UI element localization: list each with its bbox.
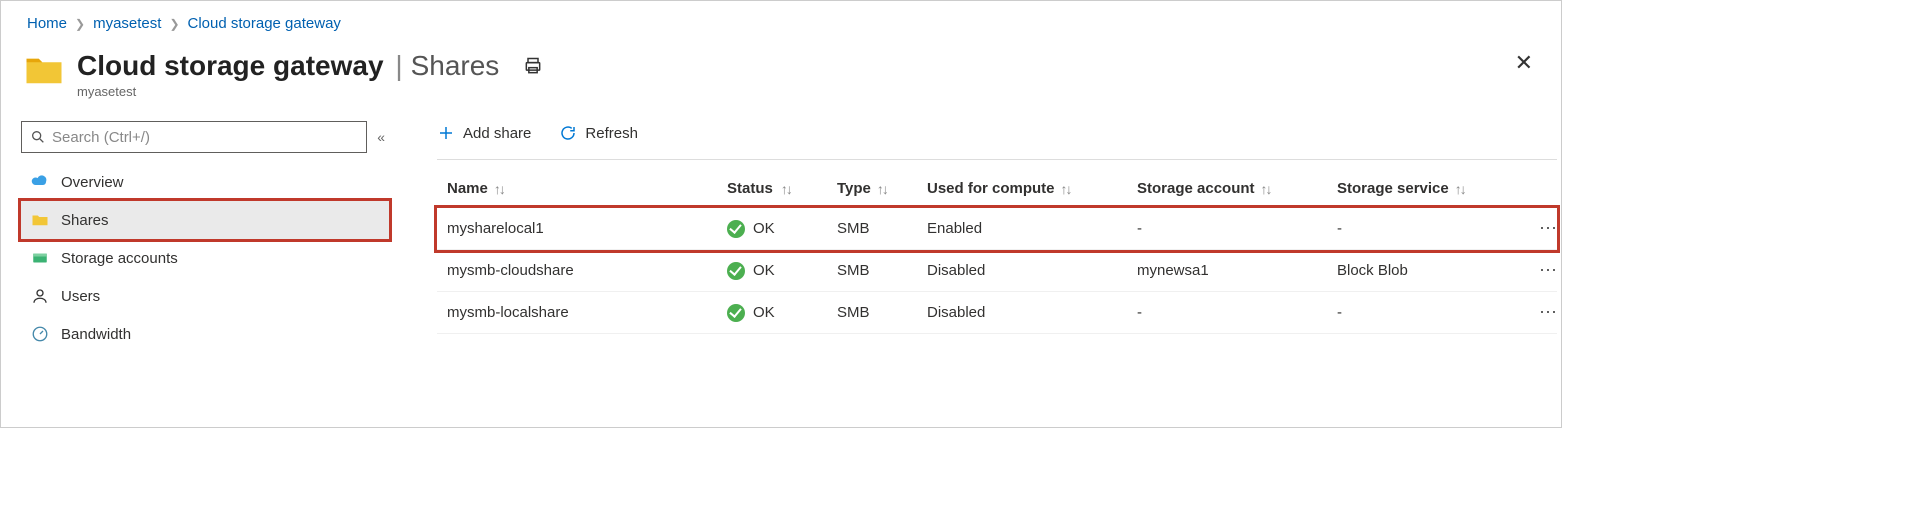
cell-service: - bbox=[1337, 304, 1517, 321]
breadcrumb-page[interactable]: Cloud storage gateway bbox=[188, 15, 341, 32]
cell-compute: Disabled bbox=[927, 304, 1137, 321]
cell-compute: Disabled bbox=[927, 262, 1137, 279]
toolbar-label: Refresh bbox=[585, 125, 638, 142]
table-row[interactable]: mysmb-localshare OK SMB Disabled - - ⋯ bbox=[437, 292, 1557, 334]
breadcrumb-home[interactable]: Home bbox=[27, 15, 67, 32]
row-actions-button[interactable]: ⋯ bbox=[1517, 260, 1557, 281]
toolbar-label: Add share bbox=[463, 125, 531, 142]
page-section: Shares bbox=[411, 50, 500, 81]
sidebar-item-users[interactable]: Users bbox=[21, 277, 389, 315]
sidebar-item-bandwidth[interactable]: Bandwidth bbox=[21, 315, 389, 353]
cell-name: mysharelocal1 bbox=[437, 220, 727, 237]
cloud-icon bbox=[31, 173, 49, 191]
table-header: Name↑↓ Status↑↓ Type↑↓ Used for compute↑… bbox=[437, 170, 1557, 208]
plus-icon bbox=[437, 124, 455, 142]
page-header: Cloud storage gateway | Shares myasetest… bbox=[21, 42, 1541, 107]
toolbar-separator bbox=[437, 159, 1557, 160]
cell-name: mysmb-localshare bbox=[437, 304, 727, 321]
column-header-name[interactable]: Name↑↓ bbox=[437, 180, 727, 197]
cell-account: mynewsa1 bbox=[1137, 262, 1337, 279]
sort-icon: ↑↓ bbox=[1455, 181, 1465, 197]
column-header-status[interactable]: Status↑↓ bbox=[727, 180, 837, 197]
table-row[interactable]: mysharelocal1 OK SMB Enabled - - ⋯ bbox=[437, 208, 1557, 250]
sidebar: « Overview Shares Storage accounts bbox=[21, 121, 389, 353]
add-share-button[interactable]: Add share bbox=[437, 124, 531, 142]
title-separator: | bbox=[395, 50, 402, 81]
collapse-sidebar-button[interactable]: « bbox=[377, 129, 385, 145]
ok-icon bbox=[727, 262, 745, 280]
breadcrumb: Home ❯ myasetest ❯ Cloud storage gateway bbox=[21, 11, 1541, 42]
main-content: Add share Refresh Name↑↓ Status↑↓ Type↑↓… bbox=[389, 121, 1557, 353]
storage-icon bbox=[31, 249, 49, 267]
folder-icon bbox=[31, 211, 49, 229]
sidebar-item-shares[interactable]: Shares bbox=[21, 201, 389, 239]
page-subtitle: myasetest bbox=[77, 84, 499, 99]
refresh-icon bbox=[559, 124, 577, 142]
print-icon[interactable] bbox=[523, 50, 543, 81]
sort-icon: ↑↓ bbox=[781, 181, 791, 197]
sidebar-search-box[interactable] bbox=[21, 121, 367, 153]
refresh-button[interactable]: Refresh bbox=[559, 124, 638, 142]
column-header-service[interactable]: Storage service↑↓ bbox=[1337, 180, 1517, 197]
cell-service: - bbox=[1337, 220, 1517, 237]
row-actions-button[interactable]: ⋯ bbox=[1517, 218, 1557, 239]
chevron-right-icon: ❯ bbox=[75, 17, 85, 31]
search-input[interactable] bbox=[52, 129, 358, 146]
sidebar-item-label: Storage accounts bbox=[61, 250, 178, 267]
sidebar-item-label: Overview bbox=[61, 174, 124, 191]
sidebar-item-label: Users bbox=[61, 288, 100, 305]
cell-type: SMB bbox=[837, 262, 927, 279]
cell-service: Block Blob bbox=[1337, 262, 1517, 279]
cell-account: - bbox=[1137, 304, 1337, 321]
cell-type: SMB bbox=[837, 304, 927, 321]
sidebar-item-storage-accounts[interactable]: Storage accounts bbox=[21, 239, 389, 277]
user-icon bbox=[31, 287, 49, 305]
page-title: Cloud storage gateway bbox=[77, 50, 384, 81]
chevron-right-icon: ❯ bbox=[169, 17, 179, 31]
column-header-compute[interactable]: Used for compute↑↓ bbox=[927, 180, 1137, 197]
toolbar: Add share Refresh bbox=[437, 121, 1557, 155]
ok-icon bbox=[727, 220, 745, 238]
row-actions-button[interactable]: ⋯ bbox=[1517, 302, 1557, 323]
breadcrumb-resource[interactable]: myasetest bbox=[93, 15, 161, 32]
sidebar-item-overview[interactable]: Overview bbox=[21, 163, 389, 201]
folder-icon bbox=[23, 50, 65, 92]
cell-compute: Enabled bbox=[927, 220, 1137, 237]
sort-icon: ↑↓ bbox=[1261, 181, 1271, 197]
sort-icon: ↑↓ bbox=[1061, 181, 1071, 197]
cell-status: OK bbox=[727, 304, 837, 322]
cell-status: OK bbox=[727, 220, 837, 238]
column-header-account[interactable]: Storage account↑↓ bbox=[1137, 180, 1337, 197]
sort-icon: ↑↓ bbox=[877, 181, 887, 197]
cell-name: mysmb-cloudshare bbox=[437, 262, 727, 279]
close-button[interactable]: ✕ bbox=[1515, 50, 1533, 76]
sidebar-item-label: Bandwidth bbox=[61, 326, 131, 343]
cell-type: SMB bbox=[837, 220, 927, 237]
cell-account: - bbox=[1137, 220, 1337, 237]
cell-status: OK bbox=[727, 262, 837, 280]
ok-icon bbox=[727, 304, 745, 322]
sort-icon: ↑↓ bbox=[494, 181, 504, 197]
column-header-type[interactable]: Type↑↓ bbox=[837, 180, 927, 197]
sidebar-item-label: Shares bbox=[61, 212, 109, 229]
shares-table: Name↑↓ Status↑↓ Type↑↓ Used for compute↑… bbox=[437, 170, 1557, 334]
bandwidth-icon bbox=[31, 325, 49, 343]
table-row[interactable]: mysmb-cloudshare OK SMB Disabled mynewsa… bbox=[437, 250, 1557, 292]
search-icon bbox=[30, 129, 46, 145]
